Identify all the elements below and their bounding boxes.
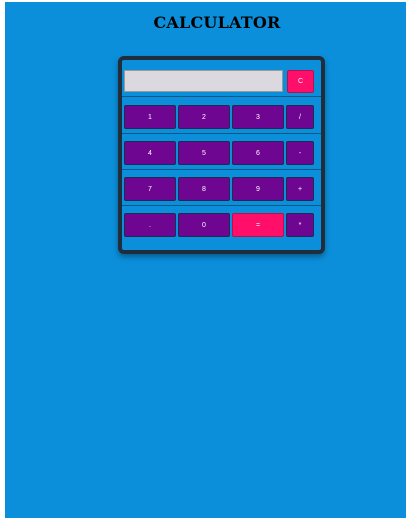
plus-button[interactable]: +: [286, 177, 314, 201]
minus-button[interactable]: -: [286, 141, 314, 165]
divide-button[interactable]: /: [286, 105, 314, 129]
row-divider: [122, 205, 321, 206]
digit-1-button[interactable]: 1: [124, 105, 176, 129]
page-background: CALCULATOR C 1 2 3 / 4 5 6 - 7 8 9 + . 0…: [5, 2, 406, 518]
digit-8-button[interactable]: 8: [178, 177, 230, 201]
digit-9-button[interactable]: 9: [232, 177, 284, 201]
digit-3-button[interactable]: 3: [232, 105, 284, 129]
display-screen: [124, 70, 283, 92]
row-divider: [122, 133, 321, 134]
equals-button[interactable]: =: [232, 213, 284, 237]
digit-2-button[interactable]: 2: [178, 105, 230, 129]
row-divider: [122, 96, 321, 97]
digit-6-button[interactable]: 6: [232, 141, 284, 165]
calculator: C 1 2 3 / 4 5 6 - 7 8 9 + . 0 = *: [118, 56, 325, 254]
multiply-button[interactable]: *: [286, 213, 314, 237]
digit-5-button[interactable]: 5: [178, 141, 230, 165]
clear-button[interactable]: C: [287, 70, 314, 93]
digit-0-button[interactable]: 0: [178, 213, 230, 237]
row-divider: [122, 169, 321, 170]
page-title: CALCULATOR: [153, 13, 281, 32]
decimal-button[interactable]: .: [124, 213, 176, 237]
digit-7-button[interactable]: 7: [124, 177, 176, 201]
digit-4-button[interactable]: 4: [124, 141, 176, 165]
